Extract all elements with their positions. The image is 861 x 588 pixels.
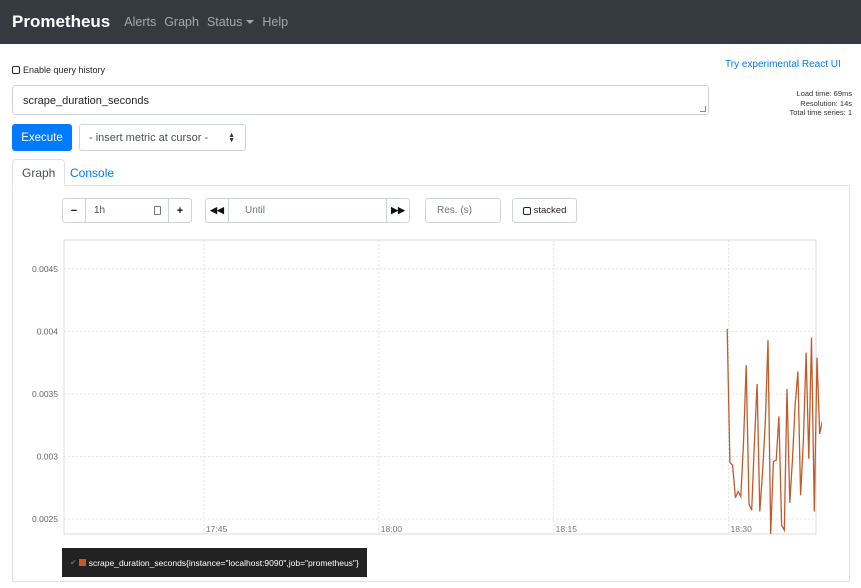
rewind-icon[interactable]: ◀◀ [205, 198, 229, 223]
nav-help[interactable]: Help [262, 15, 288, 29]
expression-input[interactable]: scrape_duration_seconds [12, 85, 709, 115]
y-tick-label: 0.003 [37, 451, 59, 461]
stacked-label: stacked [533, 205, 567, 216]
range-input[interactable]: 1h [85, 198, 169, 223]
checkmark-icon: ✔ [70, 558, 77, 567]
query-history-label: Enable query history [23, 65, 106, 75]
insert-metric-label: - insert metric at cursor - [89, 131, 209, 144]
load-time: Load time: 69ms [796, 89, 852, 98]
range-value: 1h [94, 205, 106, 216]
navbar: Prometheus Alerts Graph Status Help [0, 0, 861, 44]
query-stats: Load time: 69ms Resolution: 14s Total ti… [760, 89, 852, 118]
decrease-range-button[interactable]: − [62, 198, 86, 223]
x-tick-label: 17:45 [206, 524, 228, 534]
spinner-icon [154, 206, 161, 215]
total-series: Total time series: 1 [789, 108, 852, 117]
execute-button[interactable]: Execute [12, 124, 72, 151]
checkbox-icon[interactable] [12, 66, 20, 74]
increase-range-button[interactable]: + [168, 198, 192, 223]
stacked-toggle[interactable]: stacked [512, 198, 577, 223]
resolution-input[interactable]: Res. (s) [425, 198, 501, 223]
nav-graph[interactable]: Graph [164, 15, 199, 29]
y-tick-label: 0.0025 [32, 514, 58, 524]
query-history-toggle[interactable]: Enable query history [12, 65, 105, 75]
expression-text: scrape_duration_seconds [23, 95, 149, 107]
series-line [726, 328, 822, 535]
nav-status-dropdown[interactable]: Status [206, 15, 255, 29]
until-placeholder: Until [245, 205, 266, 216]
chart-legend[interactable]: ✔ scrape_duration_seconds{instance="loca… [62, 548, 367, 577]
y-tick-label: 0.0035 [32, 389, 58, 399]
insert-metric-select[interactable]: - insert metric at cursor - ▲ ▼ [79, 124, 246, 151]
x-tick-label: 18:00 [381, 524, 403, 534]
select-arrows-icon: ▲ ▼ [228, 132, 235, 144]
time-series-chart[interactable]: 0.0025 0.003 0.0035 0.004 0.0045 17:45 18:00 18… [12, 236, 822, 541]
resize-handle-icon[interactable] [700, 106, 706, 112]
until-input[interactable]: Until [228, 198, 387, 223]
brand-logo[interactable]: Prometheus [12, 12, 110, 32]
x-tick-label: 18:30 [731, 524, 753, 534]
y-tick-label: 0.0045 [32, 264, 58, 274]
x-tick-label: 18:15 [556, 524, 578, 534]
tab-bar: Graph Console [12, 159, 850, 186]
caret-down-icon [246, 20, 255, 24]
series-color-swatch [78, 559, 86, 566]
nav-alerts[interactable]: Alerts [124, 15, 156, 29]
tab-graph[interactable]: Graph [12, 159, 66, 186]
plot-frame [63, 239, 817, 535]
resolution: Resolution: 14s [800, 98, 852, 108]
react-ui-link[interactable]: Try experimental React UI [725, 59, 841, 70]
tab-console[interactable]: Console [61, 159, 123, 186]
res-placeholder: Res. (s) [437, 205, 472, 216]
legend-label: scrape_duration_seconds{instance="localh… [88, 557, 359, 568]
fast-forward-icon[interactable]: ▶▶ [386, 198, 410, 223]
checkbox-icon [522, 206, 531, 215]
y-tick-label: 0.004 [37, 326, 59, 336]
nav-status-label: Status [206, 15, 243, 29]
